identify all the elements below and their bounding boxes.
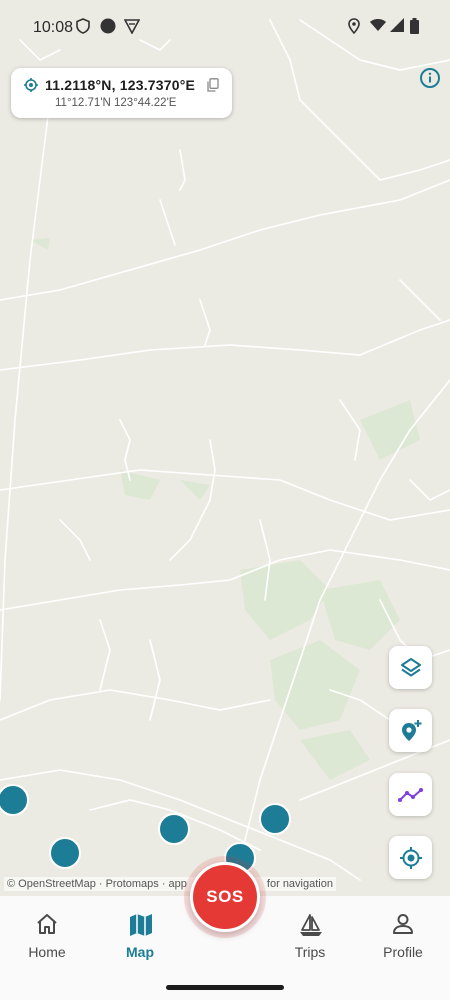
add-marker-button[interactable] [389, 709, 432, 752]
home-indicator [166, 985, 284, 990]
nav-profile-label: Profile [383, 944, 423, 960]
status-time: 10:08 [33, 19, 74, 36]
coordinates-decimal: 11.2118°N, 123.7370°E [45, 77, 196, 93]
add-location-icon [401, 719, 421, 741]
my-location-icon [399, 846, 422, 869]
info-button[interactable] [419, 67, 441, 89]
layers-icon [400, 657, 421, 676]
vpn-icon [123, 18, 141, 39]
crosshair-icon [24, 78, 38, 97]
wifi-icon [370, 18, 386, 37]
attribution-tail: for navigation [266, 878, 333, 890]
nav-home-label: Home [28, 944, 66, 960]
map-icon [128, 912, 154, 943]
map-marker[interactable] [49, 837, 81, 869]
nav-profile[interactable]: Profile [358, 896, 448, 976]
map-marker[interactable] [259, 803, 291, 835]
map-view[interactable] [0, 0, 450, 896]
attribution-text: © OpenStreetMap · Protomaps · app [7, 878, 187, 890]
nav-trips-label: Trips [294, 944, 326, 960]
layers-button[interactable] [389, 646, 432, 689]
my-location-button[interactable] [389, 836, 432, 879]
nav-home[interactable]: Home [2, 896, 92, 976]
sos-button[interactable]: SOS [190, 862, 260, 932]
coordinates-card: 11.2118°N, 123.7370°E 11°12.71'N 123°44.… [11, 68, 232, 118]
battery-icon [410, 18, 419, 39]
route-button[interactable] [389, 773, 432, 816]
route-icon [397, 787, 423, 802]
sos-label: SOS [206, 887, 244, 906]
map-attribution[interactable]: © OpenStreetMap · Protomaps · app for nav… [4, 877, 336, 891]
status-bar: 10:08 [0, 0, 450, 56]
home-icon [35, 912, 59, 941]
nav-map[interactable]: Map [95, 896, 185, 976]
map-marker[interactable] [158, 813, 190, 845]
nav-trips[interactable]: Trips [265, 896, 355, 976]
dot-icon [100, 18, 116, 39]
sailboat-icon [298, 912, 324, 943]
nav-map-label: Map [126, 944, 154, 960]
location-icon [348, 18, 360, 39]
signal-icon [390, 18, 404, 37]
info-icon [420, 68, 440, 88]
coordinates-dms: 11°12.71'N 123°44.22'E [55, 97, 177, 109]
copy-icon[interactable] [207, 78, 219, 97]
map-roads [0, 19, 450, 881]
person-icon [391, 912, 415, 941]
shield-icon [76, 18, 90, 39]
